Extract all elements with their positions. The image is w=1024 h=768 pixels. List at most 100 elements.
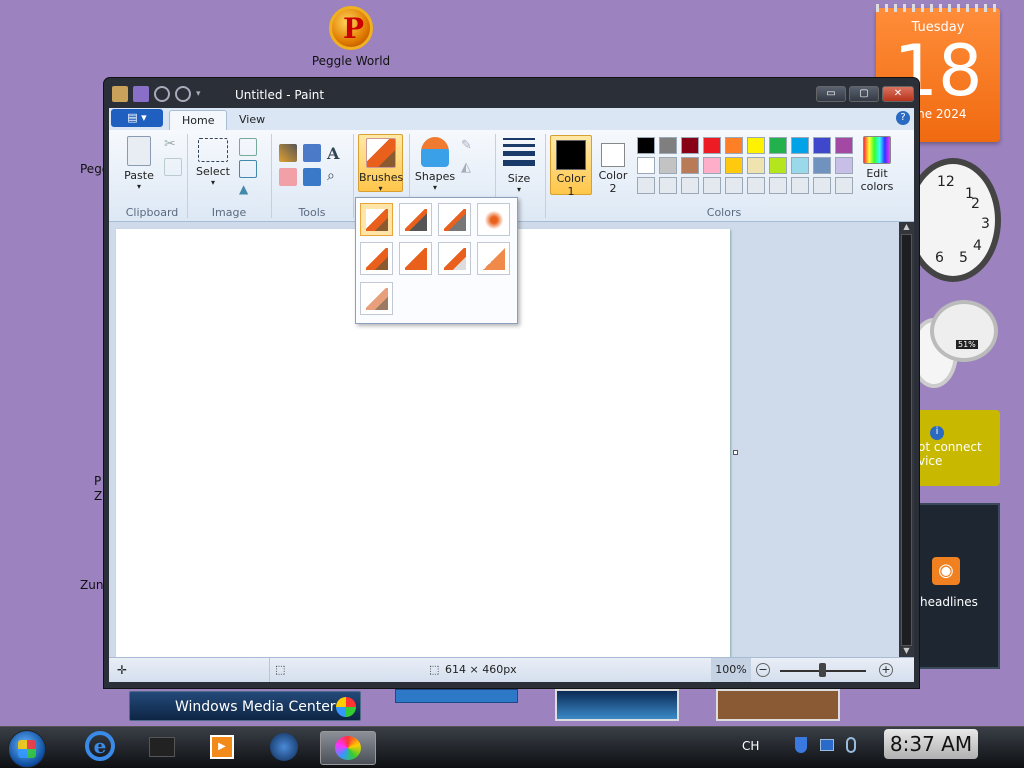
palette-swatch[interactable] [659, 137, 677, 154]
palette-swatch[interactable] [725, 137, 743, 154]
tab-home[interactable]: Home [169, 110, 228, 130]
brush-option-airbrush[interactable] [477, 203, 510, 236]
palette-swatch[interactable] [769, 137, 787, 154]
windows-media-center-button[interactable]: Windows Media Center [129, 691, 361, 721]
edit-colors-button[interactable]: Edit colors [857, 136, 897, 193]
brush-option-marker[interactable] [438, 242, 471, 275]
brush-option-watercolor[interactable] [360, 282, 393, 315]
palette-swatch[interactable] [835, 157, 853, 174]
scroll-up-icon[interactable]: ▲ [899, 222, 914, 231]
palette-swatch[interactable] [637, 177, 655, 194]
customize-qat-icon[interactable]: ▾ [196, 86, 212, 102]
zoom-out-button[interactable]: − [756, 663, 770, 677]
palette-swatch[interactable] [703, 177, 721, 194]
zoom-slider-thumb[interactable] [819, 663, 826, 677]
internet-explorer-icon[interactable]: e [80, 731, 120, 765]
tab-view[interactable]: View [227, 110, 277, 130]
media-player-icon[interactable]: ▶ [202, 731, 242, 765]
palette-swatch[interactable] [747, 157, 765, 174]
cut-icon[interactable]: ✂ [164, 136, 182, 154]
palette-swatch[interactable] [813, 157, 831, 174]
help-icon[interactable]: ? [896, 111, 910, 125]
folder-icon[interactable] [142, 731, 182, 765]
palette-swatch[interactable] [725, 177, 743, 194]
fill-icon[interactable] [303, 144, 321, 162]
palette-swatch[interactable] [791, 177, 809, 194]
brush-option-oil[interactable] [360, 242, 393, 275]
vertical-scrollbar[interactable]: ▲ ▼ [899, 222, 914, 657]
palette-swatch[interactable] [813, 137, 831, 154]
paste-button[interactable]: Paste ▾ [121, 136, 157, 191]
paint-app-icon[interactable] [112, 86, 128, 102]
color2-button[interactable]: Color 2 [592, 135, 634, 195]
network-icon[interactable] [820, 739, 834, 751]
crop-icon[interactable] [239, 138, 257, 156]
desktop-icon-zuma[interactable]: Zun [80, 578, 103, 592]
shapes-button[interactable]: Shapes ▾ [413, 134, 457, 192]
resize-icon[interactable] [239, 160, 257, 178]
color1-button[interactable]: Color 1 [550, 135, 592, 198]
palette-swatch[interactable] [769, 177, 787, 194]
scroll-thumb[interactable] [901, 234, 912, 646]
palette-swatch[interactable] [747, 177, 765, 194]
brush-option-calligraphy-1[interactable] [399, 203, 432, 236]
rotate-icon[interactable]: ▲ [239, 182, 257, 200]
save-icon[interactable] [133, 86, 149, 102]
palette-swatch[interactable] [835, 177, 853, 194]
size-button[interactable]: Size ▾ [501, 134, 537, 194]
memory-meter-gadget[interactable]: 51% [930, 300, 998, 362]
brush-option-brush[interactable] [360, 203, 393, 236]
paint-window[interactable]: ▾ Untitled - Paint ▭ ▢ ✕ ▤ ▾ Home View ?… [103, 77, 920, 689]
palette-swatch[interactable] [681, 177, 699, 194]
peggle-world-desktop-icon[interactable]: P Peggle World [306, 6, 396, 68]
brush-option-natural-pencil[interactable] [477, 242, 510, 275]
security-shield-icon[interactable] [795, 737, 807, 753]
outline-icon[interactable]: ✎ [461, 138, 479, 156]
canvas-resize-handle[interactable] [733, 450, 738, 455]
taskbar-clock[interactable]: 8:37 AM [884, 729, 978, 759]
palette-swatch[interactable] [681, 137, 699, 154]
minimize-button[interactable]: ▭ [816, 86, 846, 102]
color-picker-icon[interactable] [303, 168, 321, 186]
select-button[interactable]: Select ▾ [195, 138, 231, 187]
picture-gadget[interactable] [716, 689, 840, 721]
close-button[interactable]: ✕ [882, 86, 914, 102]
paint-menu-button[interactable]: ▤ ▾ [111, 109, 163, 127]
palette-swatch[interactable] [813, 177, 831, 194]
palette-swatch[interactable] [681, 157, 699, 174]
maximize-button[interactable]: ▢ [849, 86, 879, 102]
magnifier-icon[interactable]: ⌕ [327, 168, 345, 186]
fill-shape-icon[interactable]: ◭ [461, 160, 479, 178]
text-icon[interactable]: A [327, 144, 345, 163]
palette-swatch[interactable] [791, 157, 809, 174]
palette-swatch[interactable] [659, 177, 677, 194]
feed-headlines-gadget[interactable]: ◉ headlines [912, 503, 1000, 669]
weather-gadget[interactable]: i ot connect vice [910, 410, 1000, 486]
brush-option-crayon[interactable] [399, 242, 432, 275]
palette-swatch[interactable] [769, 157, 787, 174]
eraser-icon[interactable] [279, 168, 297, 186]
palette-swatch[interactable] [703, 137, 721, 154]
pencil-icon[interactable] [279, 144, 297, 162]
palette-swatch[interactable] [791, 137, 809, 154]
copy-icon[interactable] [164, 158, 182, 176]
desktop-icon-z[interactable]: Z [94, 489, 102, 503]
palette-swatch[interactable] [637, 137, 655, 154]
palette-swatch[interactable] [703, 157, 721, 174]
palette-swatch[interactable] [637, 157, 655, 174]
volume-icon[interactable] [846, 737, 856, 753]
start-button[interactable] [8, 730, 46, 768]
globe-icon[interactable] [264, 731, 304, 765]
slideshow-gadget[interactable] [555, 689, 679, 721]
language-indicator[interactable]: CH [742, 739, 759, 753]
title-bar[interactable]: ▾ Untitled - Paint ▭ ▢ ✕ [104, 78, 919, 108]
zoom-in-button[interactable]: + [879, 663, 893, 677]
palette-swatch[interactable] [725, 157, 743, 174]
undo-icon[interactable] [154, 86, 170, 102]
scroll-down-icon[interactable]: ▼ [899, 646, 914, 655]
brushes-button[interactable]: Brushes ▾ [358, 134, 403, 193]
brush-option-calligraphy-2[interactable] [438, 203, 471, 236]
palette-swatch[interactable] [747, 137, 765, 154]
palette-swatch[interactable] [659, 157, 677, 174]
palette-swatch[interactable] [835, 137, 853, 154]
